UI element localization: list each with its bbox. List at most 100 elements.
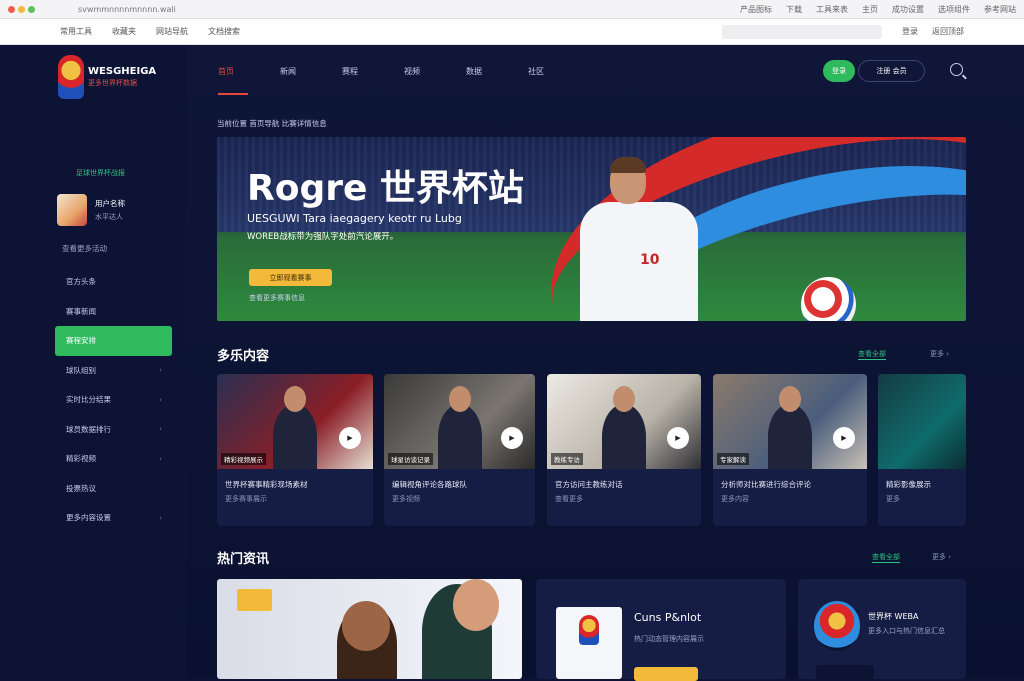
play-icon[interactable]: ▶: [667, 427, 689, 449]
card-meta: 更多: [886, 495, 900, 503]
sidebar-menu-item[interactable]: 官方头条: [55, 267, 172, 297]
maximize-window-icon[interactable]: [28, 5, 35, 13]
address-url[interactable]: s​v​w​m​m​n​n​n​n​m​n​n​n​n.​w​a​l​i: [78, 5, 176, 14]
news-card-title: Cuns P&nlot: [634, 611, 702, 624]
bookmark-item[interactable]: 文档搜索: [208, 26, 240, 37]
sidebar-menu-label: 球员数据排行: [66, 424, 111, 434]
bookmark-item[interactable]: 网站导航: [156, 26, 188, 37]
content-card[interactable]: 球星访谈记录 ▶ 编辑视角评论各路球队 更多视频: [384, 374, 535, 526]
sidebar-menu-item[interactable]: 投票热议: [55, 474, 172, 504]
person-image: [768, 404, 812, 469]
bookmark-item[interactable]: 收藏夹: [112, 26, 136, 37]
world-cup-emblem-icon: [58, 55, 84, 99]
toolbar-item[interactable]: 返回顶部: [932, 26, 964, 37]
browser-menu-item[interactable]: 选项组件: [938, 4, 970, 15]
hero-description: WOREB战标带为强队字处前汽论展开。: [247, 232, 399, 242]
nav-tab[interactable]: 视频: [404, 61, 466, 95]
browser-menu-item[interactable]: 主页: [862, 4, 878, 15]
section-more-link[interactable]: 更多 ›: [932, 552, 951, 562]
hero-cta-button[interactable]: 立即观看赛事: [249, 269, 332, 286]
chevron-icon: ›: [159, 366, 162, 375]
content-card[interactable]: 精彩视频展示 ▶ 世界杯赛事精彩现场素材 更多赛事展示: [217, 374, 373, 526]
news-card-title: 世界杯 WEBA: [868, 612, 919, 621]
news-card-button[interactable]: [816, 665, 874, 679]
minimize-window-icon[interactable]: [18, 5, 25, 13]
sidebar-menu-label: 投票热议: [66, 483, 96, 493]
news-feature-image[interactable]: [217, 579, 522, 679]
hero-subtitle: UESGUWI Tara iaegagery keotr ru Lubg: [247, 212, 462, 225]
browser-menu-item[interactable]: 下载: [786, 4, 802, 15]
login-button[interactable]: 登录: [823, 60, 855, 82]
content-card[interactable]: 精彩影像展示 更多: [878, 374, 966, 526]
sidebar-tag[interactable]: 足球世界杯战报: [76, 168, 125, 178]
content-card[interactable]: 专家解读 ▶ 分析师对比赛进行综合评论 更多内容: [713, 374, 867, 526]
hero-secondary-link[interactable]: 查看更多赛事信息: [249, 293, 305, 303]
card-badge: 专家解读: [717, 453, 749, 465]
card-title: 官方访问主教练对话: [555, 480, 623, 489]
news-card-button[interactable]: [634, 667, 698, 681]
world-cup-emblem-icon: [814, 601, 860, 651]
sidebar-menu-item[interactable]: 赛程安排: [55, 326, 172, 356]
nav-tab[interactable]: 社区: [528, 61, 590, 95]
profile-name: 用户名称: [95, 199, 125, 208]
breadcrumb: 当前位置 首页导航 比赛详情信息: [217, 119, 327, 128]
search-icon[interactable]: [950, 63, 963, 76]
address-bar[interactable]: [722, 24, 882, 39]
sidebar-link[interactable]: 查看更多活动: [62, 243, 107, 254]
register-button[interactable]: 注册 会员: [858, 60, 925, 82]
browser-menu-item[interactable]: 成功设置: [892, 4, 924, 15]
card-badge: 精彩视频展示: [221, 453, 266, 465]
news-card-desc: 更多入口与热门信息汇总: [868, 627, 945, 635]
card-meta: 更多内容: [721, 495, 749, 503]
sidebar-menu-item[interactable]: 球队组别 ›: [55, 356, 172, 386]
play-icon[interactable]: ▶: [833, 427, 855, 449]
section-more-link[interactable]: 更多 ›: [930, 349, 949, 359]
profile-card[interactable]: 用户名称 水平达人: [57, 194, 125, 226]
sidebar-menu-item[interactable]: 赛事新闻: [55, 297, 172, 327]
player-image: 10: [555, 157, 745, 321]
browser-titlebar: s​v​w​m​m​n​n​n​n​m​n​n​n​n.​w​a​l​i 产品图…: [0, 0, 1024, 19]
card-title: 精彩影像展示: [886, 480, 931, 489]
news-card[interactable]: 世界杯 WEBA 更多入口与热门信息汇总: [798, 579, 966, 679]
nav-tab[interactable]: 数据: [466, 61, 528, 95]
browser-menu-item[interactable]: 产品图标: [740, 4, 772, 15]
sidebar-menu-label: 精彩视频: [66, 454, 96, 464]
section-view-all[interactable]: 查看全部: [858, 349, 886, 360]
toolbar-item[interactable]: 登录: [902, 26, 918, 37]
sidebar-menu-item[interactable]: 实时比分结果 ›: [55, 385, 172, 415]
sidebar-menu-item[interactable]: 更多内容设置 ›: [55, 503, 172, 533]
chevron-icon: ›: [159, 395, 162, 404]
hero-banner: Rogre 世界杯站 UESGUWI Tara iaegagery keotr …: [217, 137, 966, 321]
card-thumbnail[interactable]: 专家解读 ▶: [713, 374, 867, 469]
news-card[interactable]: Cuns P&nlot 热门动态管理内容展示: [536, 579, 786, 681]
avatar: [57, 194, 87, 226]
card-title: 分析师对比赛进行综合评论: [721, 480, 811, 489]
sidebar: WESGHEIGA 更多世界杯数据 足球世界杯战报 用户名称 水平达人 查看更多…: [0, 45, 186, 678]
content-card[interactable]: 教练专访 ▶ 官方访问主教练对话 查看更多: [547, 374, 701, 526]
bookmark-item[interactable]: 常用工具: [60, 26, 92, 37]
play-icon[interactable]: ▶: [339, 427, 361, 449]
hero-title: Rogre 世界杯站: [247, 168, 524, 209]
person-image: [602, 404, 646, 469]
logo[interactable]: WESGHEIGA 更多世界杯数据: [58, 55, 156, 99]
section-view-all[interactable]: 查看全部: [872, 552, 900, 563]
card-thumbnail[interactable]: 精彩视频展示 ▶: [217, 374, 373, 469]
nav-tab[interactable]: 赛程: [342, 61, 404, 95]
news-card-desc: 热门动态管理内容展示: [634, 635, 704, 643]
sidebar-menu-item[interactable]: 球员数据排行 ›: [55, 415, 172, 445]
card-thumbnail[interactable]: 球星访谈记录 ▶: [384, 374, 535, 469]
sidebar-menu-label: 实时比分结果: [66, 395, 111, 405]
card-thumbnail[interactable]: 教练专访 ▶: [547, 374, 701, 469]
browser-menu-item[interactable]: 参考网站: [984, 4, 1016, 15]
top-nav: 首页 新闻 赛程 视频 数据 社区: [218, 61, 590, 95]
person-image: [273, 404, 317, 469]
nav-tab[interactable]: 首页: [218, 61, 248, 95]
nav-tab[interactable]: 新闻: [280, 61, 342, 95]
play-icon[interactable]: ▶: [501, 427, 523, 449]
card-thumbnail[interactable]: [878, 374, 966, 469]
jersey-number: 10: [640, 252, 660, 268]
browser-menu-item[interactable]: 工具来表: [816, 4, 848, 15]
sidebar-menu-item[interactable]: 精彩视频 ›: [55, 444, 172, 474]
close-window-icon[interactable]: [8, 5, 15, 13]
bookmarks-bar: 常用工具 收藏夹 网站导航 文档搜索 登录 返回顶部: [0, 19, 1024, 45]
